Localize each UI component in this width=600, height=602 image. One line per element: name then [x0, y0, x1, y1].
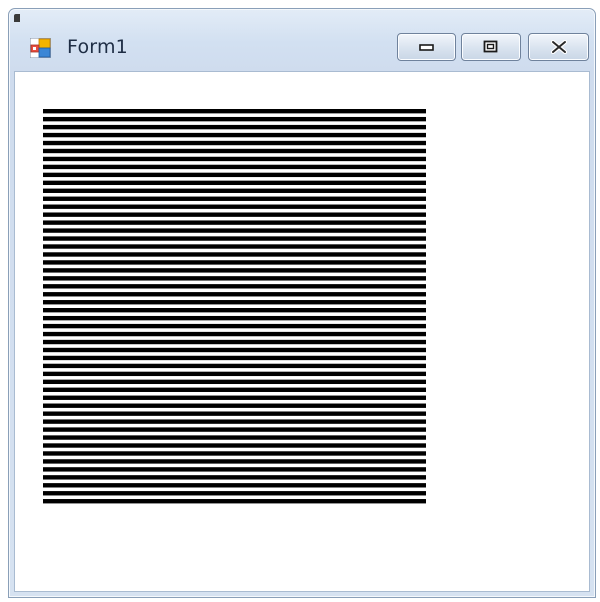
stripe-line [43, 323, 426, 329]
stripe-line [43, 435, 426, 440]
maximize-icon [483, 40, 498, 53]
stripe-line [43, 116, 426, 122]
stripe-line [43, 483, 426, 488]
stripe-line [43, 379, 426, 385]
stripe-line [43, 371, 426, 377]
stripe-line [43, 260, 426, 265]
stripe-line [43, 228, 426, 233]
stripe-line [43, 172, 426, 178]
stripe-line [43, 363, 426, 369]
stripe-line [43, 403, 426, 408]
stripe-line [43, 419, 426, 424]
stripe-line [43, 387, 426, 392]
stripe-line [43, 124, 426, 130]
window-title: Form1 [67, 36, 128, 58]
stripe-line [43, 276, 426, 281]
form1-window: Form1 [8, 8, 596, 598]
title-bar[interactable]: Form1 [9, 9, 595, 71]
windows-forms-app-icon[interactable] [29, 37, 52, 59]
minimize-icon [418, 44, 434, 51]
stripe-line [43, 347, 426, 353]
stripe-line [43, 395, 426, 400]
stripe-line [43, 300, 426, 305]
stripe-line [43, 491, 426, 496]
stripe-line [43, 268, 426, 273]
stripe-line [43, 204, 426, 209]
stripe-line [43, 180, 426, 186]
stripe-line [43, 467, 426, 472]
form-client-area [14, 71, 590, 592]
stripe-line [43, 140, 426, 146]
stripe-line [43, 132, 426, 138]
stripe-line [43, 220, 426, 225]
stripe-line [43, 252, 426, 257]
minimize-button[interactable] [397, 33, 456, 61]
stripe-line [43, 339, 426, 345]
stripe-line [43, 315, 426, 321]
horizontal-stripes-graphic [43, 109, 426, 504]
stripe-line [43, 459, 426, 464]
stripe-line [43, 308, 426, 313]
stripe-line [43, 427, 426, 432]
stripe-line [43, 331, 426, 337]
stripe-line [43, 244, 426, 249]
stripe-line [43, 109, 426, 114]
stripe-line [43, 164, 426, 170]
stripe-line [43, 284, 426, 289]
maximize-button[interactable] [461, 33, 521, 61]
stripe-line [43, 212, 426, 217]
stripe-line [43, 411, 426, 416]
stripe-line [43, 156, 426, 162]
stripe-line [43, 188, 426, 193]
stripe-line [43, 451, 426, 456]
close-button[interactable] [528, 33, 589, 61]
stripe-line [43, 292, 426, 297]
stripe-line [43, 148, 426, 154]
close-icon [550, 40, 567, 54]
stripe-line [43, 196, 426, 201]
stripe-line [43, 443, 426, 448]
stripe-line [43, 499, 426, 504]
stripe-line [43, 236, 426, 241]
stripe-line [43, 355, 426, 361]
stripe-line [43, 475, 426, 480]
